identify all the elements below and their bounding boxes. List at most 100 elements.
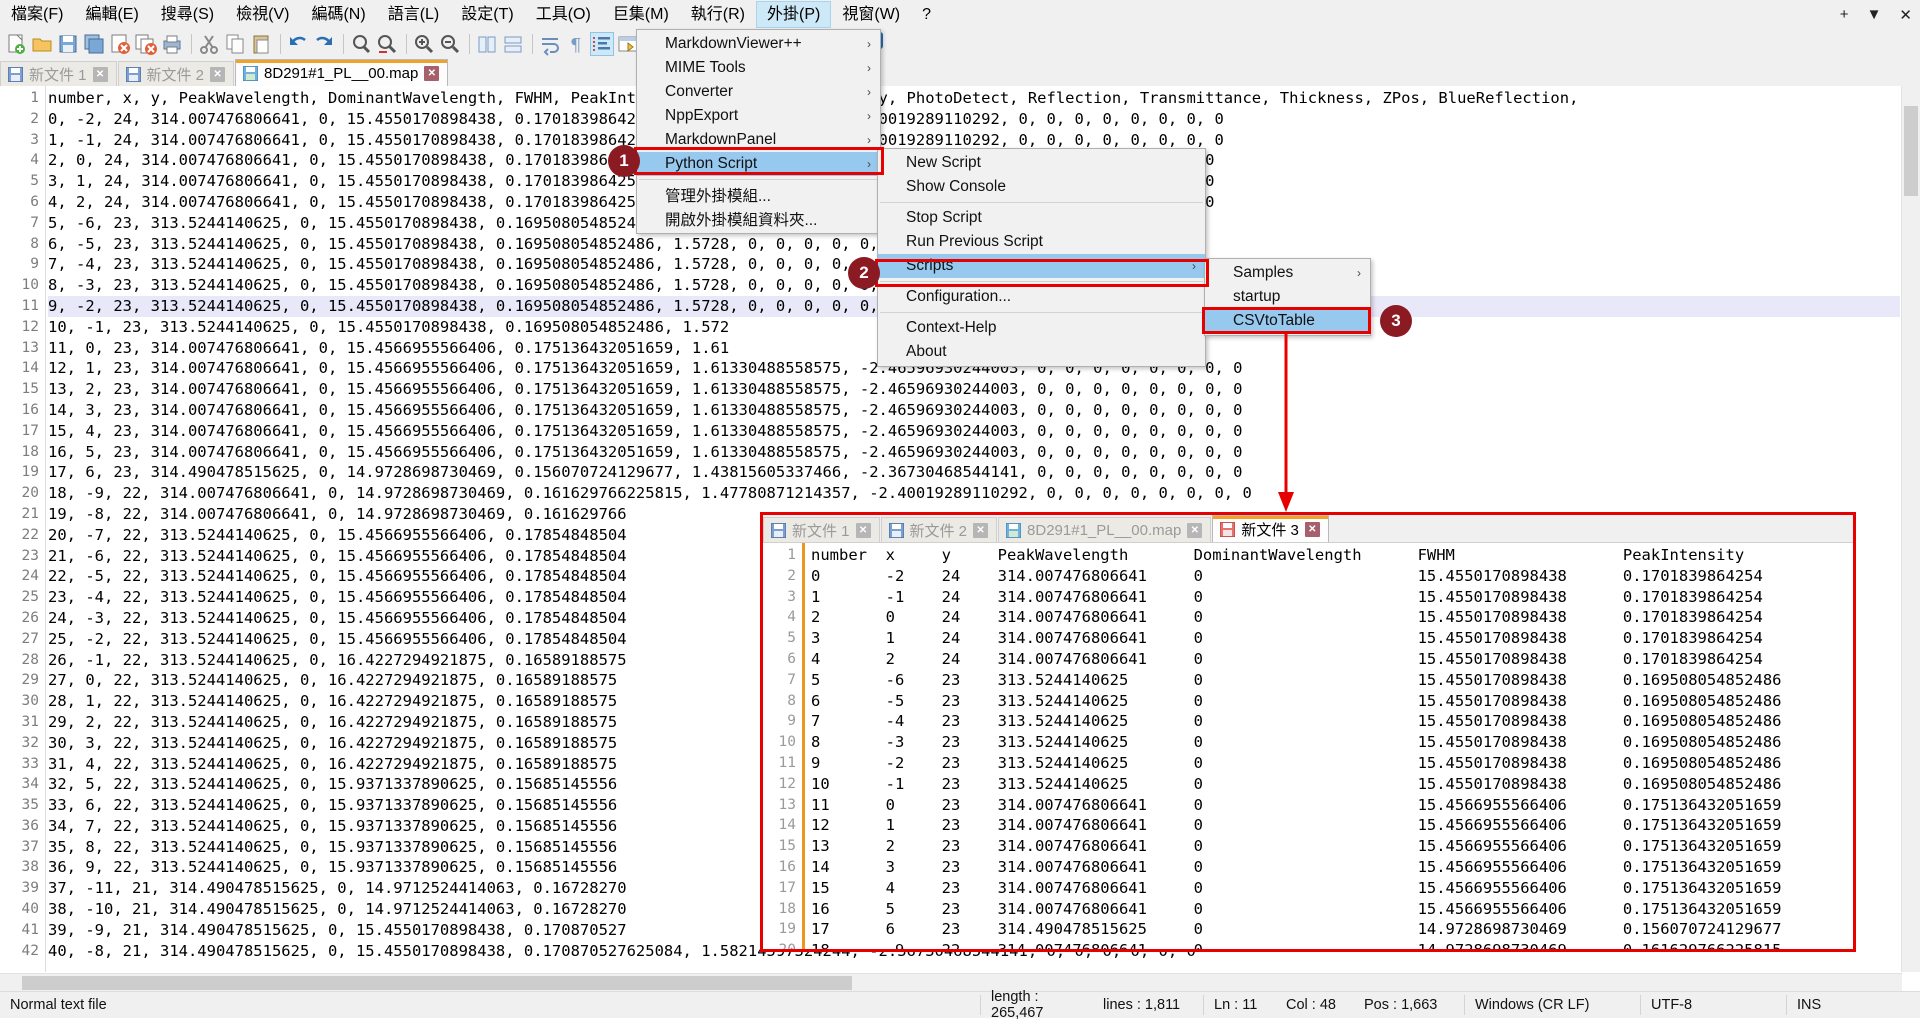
panel-tab-8d291-map[interactable]: 8D291#1_PL__00.map ✕ xyxy=(998,517,1212,542)
table-header-row[interactable]: number x y PeakWavelength DominantWavele… xyxy=(811,545,1847,566)
editor-horizontal-scrollbar[interactable] xyxy=(0,973,1902,992)
menu-run[interactable]: 執行(R) xyxy=(680,1,756,28)
scrollbar-thumb[interactable] xyxy=(22,976,852,990)
menuitem-show-console[interactable]: Show Console xyxy=(878,175,1205,199)
menu-tools[interactable]: 工具(O) xyxy=(525,1,602,28)
close-all-icon[interactable] xyxy=(134,32,158,56)
table-row[interactable]: 5 -6 23 313.5244140625 0 15.455017089843… xyxy=(811,670,1847,691)
new-file-icon[interactable] xyxy=(4,32,28,56)
panel-tab-新文件3[interactable]: 新文件 3 ✕ xyxy=(1212,515,1329,542)
code-line[interactable]: 17, 6, 23, 314.490478515625, 0, 14.97286… xyxy=(48,462,1900,483)
menuitem-startup[interactable]: startup xyxy=(1205,285,1370,309)
find-icon[interactable] xyxy=(349,32,373,56)
scripts-submenu[interactable]: Samples › startup CSVtoTable xyxy=(1204,258,1371,336)
menuitem-markdownpanel[interactable]: MarkdownPanel › xyxy=(637,128,880,152)
tab-close-icon[interactable]: ✕ xyxy=(424,65,440,81)
menu-view[interactable]: 檢視(V) xyxy=(225,1,300,28)
tab-close-icon[interactable]: ✕ xyxy=(92,66,108,82)
tab-8d291-map[interactable]: 8D291#1_PL__00.map ✕ xyxy=(235,59,449,86)
save-all-icon[interactable] xyxy=(82,32,106,56)
menuitem-run-previous-script[interactable]: Run Previous Script xyxy=(878,230,1205,254)
table-row[interactable]: 12 1 23 314.007476806641 0 15.4566955566… xyxy=(811,815,1847,836)
table-row[interactable]: 15 4 23 314.007476806641 0 15.4566955566… xyxy=(811,878,1847,899)
table-row[interactable]: 9 -2 23 313.5244140625 0 15.455017089843… xyxy=(811,753,1847,774)
close-file-icon[interactable] xyxy=(108,32,132,56)
print-icon[interactable] xyxy=(160,32,184,56)
menu-window[interactable]: 視窗(W) xyxy=(831,1,911,28)
table-row[interactable]: 3 1 24 314.007476806641 0 15.45501708984… xyxy=(811,628,1847,649)
panel-tab-新文件1[interactable]: 新文件 1 ✕ xyxy=(763,517,880,542)
table-row[interactable]: 18 -9 22 314.007476806641 0 14.972869873… xyxy=(811,940,1847,949)
zoom-out-icon[interactable] xyxy=(438,32,462,56)
table-row[interactable]: 0 -2 24 314.007476806641 0 15.4550170898… xyxy=(811,566,1847,587)
replace-icon[interactable] xyxy=(375,32,399,56)
menuitem-nppexport[interactable]: NppExport › xyxy=(637,104,880,128)
menu-language[interactable]: 語言(L) xyxy=(377,1,451,28)
menuitem-open-plugins-folder[interactable]: 開啟外掛模組資料夾... xyxy=(637,207,880,231)
word-wrap-icon[interactable] xyxy=(538,32,562,56)
close-icon[interactable]: ✕ xyxy=(1899,6,1912,24)
table-row[interactable]: 13 2 23 314.007476806641 0 15.4566955566… xyxy=(811,836,1847,857)
menuitem-context-help[interactable]: Context-Help xyxy=(878,316,1205,340)
zoom-in-icon[interactable] xyxy=(412,32,436,56)
tab-close-icon[interactable]: ✕ xyxy=(1187,522,1203,538)
paste-icon[interactable] xyxy=(249,32,273,56)
table-row[interactable]: 14 3 23 314.007476806641 0 15.4566955566… xyxy=(811,857,1847,878)
menuitem-python-script[interactable]: Python Script › xyxy=(637,152,880,176)
menuitem-csvtotable[interactable]: CSVtoTable xyxy=(1205,309,1370,333)
menuitem-new-script[interactable]: New Script xyxy=(878,151,1205,175)
cut-icon[interactable] xyxy=(197,32,221,56)
python-script-submenu[interactable]: New Script Show Console Stop Script Run … xyxy=(877,148,1206,367)
menuitem-stop-script[interactable]: Stop Script xyxy=(878,206,1205,230)
menu-help[interactable]: ? xyxy=(911,1,942,28)
table-row[interactable]: 4 2 24 314.007476806641 0 15.45501708984… xyxy=(811,649,1847,670)
tab-close-icon[interactable]: ✕ xyxy=(855,522,871,538)
table-row[interactable]: 1 -1 24 314.007476806641 0 15.4550170898… xyxy=(811,587,1847,608)
panel-table-text[interactable]: number x y PeakWavelength DominantWavele… xyxy=(811,545,1847,949)
table-row[interactable]: 16 5 23 314.007476806641 0 15.4566955566… xyxy=(811,899,1847,920)
code-line[interactable]: 0, -2, 24, 314.007476806641, 0, 15.45501… xyxy=(48,109,1900,130)
table-row[interactable]: 2 0 24 314.007476806641 0 15.45501708984… xyxy=(811,607,1847,628)
code-line[interactable]: 13, 2, 23, 314.007476806641, 0, 15.45669… xyxy=(48,379,1900,400)
chevron-down-icon[interactable]: ▼ xyxy=(1867,6,1882,23)
save-icon[interactable] xyxy=(56,32,80,56)
sync-v-scroll-icon[interactable] xyxy=(475,32,499,56)
plugins-dropdown-menu[interactable]: MarkdownViewer++ › MIME Tools › Converte… xyxy=(636,29,881,234)
table-row[interactable]: 11 0 23 314.007476806641 0 15.4566955566… xyxy=(811,795,1847,816)
menu-settings[interactable]: 設定(T) xyxy=(450,1,524,28)
menuitem-scripts[interactable]: Scripts › xyxy=(878,254,1205,278)
open-file-icon[interactable] xyxy=(30,32,54,56)
tab-close-icon[interactable]: ✕ xyxy=(210,66,226,82)
editor-vertical-scrollbar[interactable] xyxy=(1901,86,1920,972)
plus-icon[interactable]: + xyxy=(1840,6,1849,23)
menuitem-about[interactable]: About xyxy=(878,340,1205,364)
undo-icon[interactable] xyxy=(286,32,310,56)
show-all-chars-icon[interactable]: ¶ xyxy=(564,32,588,56)
menuitem-markdownviewer[interactable]: MarkdownViewer++ › xyxy=(637,32,880,56)
code-line[interactable]: 18, -9, 22, 314.007476806641, 0, 14.9728… xyxy=(48,483,1900,504)
code-line[interactable]: 16, 5, 23, 314.007476806641, 0, 15.45669… xyxy=(48,442,1900,463)
table-row[interactable]: 7 -4 23 313.5244140625 0 15.455017089843… xyxy=(811,711,1847,732)
menu-file[interactable]: 檔案(F) xyxy=(0,1,74,28)
table-row[interactable]: 6 -5 23 313.5244140625 0 15.455017089843… xyxy=(811,691,1847,712)
redo-icon[interactable] xyxy=(312,32,336,56)
menu-search[interactable]: 搜尋(S) xyxy=(150,1,225,28)
menuitem-mime-tools[interactable]: MIME Tools › xyxy=(637,56,880,80)
menuitem-samples[interactable]: Samples › xyxy=(1205,261,1370,285)
menuitem-manage-plugins[interactable]: 管理外掛模組... xyxy=(637,183,880,207)
panel-tab-新文件2[interactable]: 新文件 2 ✕ xyxy=(880,517,998,542)
table-row[interactable]: 10 -1 23 313.5244140625 0 15.45501708984… xyxy=(811,774,1847,795)
tab-新文件1[interactable]: 新文件 1 ✕ xyxy=(0,61,117,86)
code-line[interactable]: 15, 4, 23, 314.007476806641, 0, 15.45669… xyxy=(48,421,1900,442)
table-row[interactable]: 8 -3 23 313.5244140625 0 15.455017089843… xyxy=(811,732,1847,753)
tab-close-icon[interactable]: ✕ xyxy=(973,522,989,538)
panel-editor-body[interactable]: 1234567891011121314151617181920 number x… xyxy=(763,543,1853,949)
code-line[interactable]: number, x, y, PeakWavelength, DominantWa… xyxy=(48,88,1900,109)
menu-macro[interactable]: 巨集(M) xyxy=(602,1,680,28)
menu-plugins[interactable]: 外掛(P) xyxy=(756,1,832,28)
copy-icon[interactable] xyxy=(223,32,247,56)
indent-guide-icon[interactable] xyxy=(590,32,614,56)
table-row[interactable]: 17 6 23 314.490478515625 0 14.9728698730… xyxy=(811,919,1847,940)
sync-h-scroll-icon[interactable] xyxy=(501,32,525,56)
tab-新文件2[interactable]: 新文件 2 ✕ xyxy=(117,61,235,86)
